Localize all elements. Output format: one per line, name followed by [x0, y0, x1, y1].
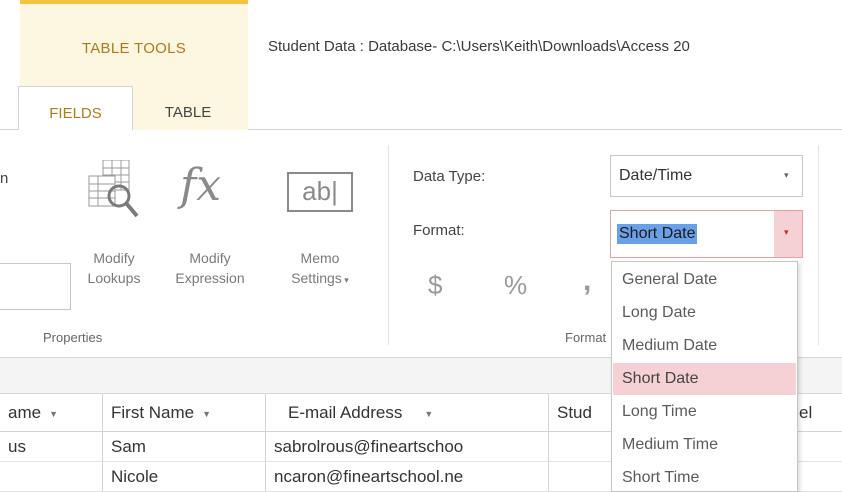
currency-icon[interactable]: $	[428, 270, 442, 301]
modify-expression-line2: Expression	[175, 270, 245, 286]
memo-settings-line1: Memo	[300, 250, 340, 266]
table-cell[interactable]: sabrolrous@fineartschoo	[266, 432, 549, 462]
modify-lookups-line2: Lookups	[87, 270, 141, 286]
format-dropdown-list: General Date Long Date Medium Date Short…	[611, 261, 798, 492]
modify-expression-line1: Modify	[189, 250, 231, 266]
format-chevron-icon: ▾	[784, 227, 789, 237]
properties-group-label: Properties	[43, 330, 103, 345]
format-option-general-date[interactable]: General Date	[613, 264, 796, 296]
modify-lookups-line1: Modify	[93, 250, 135, 266]
table-cell[interactable]: us	[0, 432, 103, 462]
format-option-medium-time[interactable]: Medium Time	[613, 429, 796, 461]
percent-icon[interactable]: %	[504, 270, 527, 301]
format-option-long-time[interactable]: Long Time	[613, 396, 796, 428]
table-tools-label: TABLE TOOLS	[81, 40, 187, 57]
table-cell[interactable]	[0, 462, 103, 492]
format-option-short-time[interactable]: Short Time	[613, 462, 796, 492]
fx-icon[interactable]: fx	[180, 160, 221, 211]
sort-chevron-icon[interactable]: ▼	[424, 409, 433, 419]
group-separator	[388, 145, 389, 345]
memo-icon[interactable]: ab|	[287, 172, 353, 212]
table-cell[interactable]: Sam	[103, 432, 266, 462]
group-separator-right	[818, 145, 819, 345]
column-header-last-name[interactable]: ame ▼	[0, 394, 103, 432]
format-dropdown-button[interactable]: ▾	[774, 211, 802, 257]
data-type-value: Date/Time	[619, 167, 693, 184]
tab-fields[interactable]: FIELDS	[18, 86, 133, 131]
column-header-first-name[interactable]: First Name ▼	[103, 394, 266, 432]
field-size-input[interactable]	[0, 263, 71, 310]
data-type-dropdown[interactable]: Date/Time ▾	[610, 155, 803, 197]
sort-chevron-icon[interactable]: ▼	[202, 409, 211, 419]
memo-settings-label[interactable]: Memo Settings ▾	[270, 248, 370, 290]
modify-expression-label[interactable]: Modify Expression	[160, 248, 260, 288]
format-option-medium-date[interactable]: Medium Date	[613, 330, 796, 362]
modify-lookups-icon[interactable]	[85, 159, 145, 232]
column-header-label: Stud	[557, 403, 592, 422]
format-value: Short Date	[617, 224, 698, 244]
data-type-label: Data Type:	[413, 168, 486, 185]
memo-settings-chevron-icon: ▾	[341, 275, 349, 285]
column-header-email[interactable]: E-mail Address ▼	[266, 394, 549, 432]
data-type-chevron-icon: ▾	[784, 170, 789, 180]
document-title: Student Data : Database- C:\Users\Keith\…	[268, 38, 690, 55]
format-label: Format:	[413, 222, 465, 239]
table-cell[interactable]: Nicole	[103, 462, 266, 492]
format-dropdown[interactable]: Short Date ▾	[610, 210, 803, 258]
column-header-label: ame	[8, 403, 42, 422]
column-header-label: E-mail Address	[288, 403, 403, 422]
table-cell[interactable]: ncaron@fineartschool.ne	[266, 462, 549, 492]
format-option-long-date[interactable]: Long Date	[613, 297, 796, 329]
column-header-label: First Name	[111, 403, 195, 422]
modify-lookups-label[interactable]: Modify Lookups	[72, 248, 156, 288]
column-header-label: el	[799, 403, 813, 422]
format-option-short-date[interactable]: Short Date	[613, 363, 796, 395]
formatting-group-label: Format	[565, 330, 607, 345]
memo-settings-line2: Settings	[291, 270, 342, 286]
table-tools-context: TABLE TOOLS	[20, 0, 248, 73]
comma-icon[interactable]: ,	[583, 264, 591, 298]
sort-chevron-icon[interactable]: ▼	[49, 409, 58, 419]
cut-off-label: n	[0, 170, 9, 187]
tab-table[interactable]: TABLE	[133, 86, 243, 131]
